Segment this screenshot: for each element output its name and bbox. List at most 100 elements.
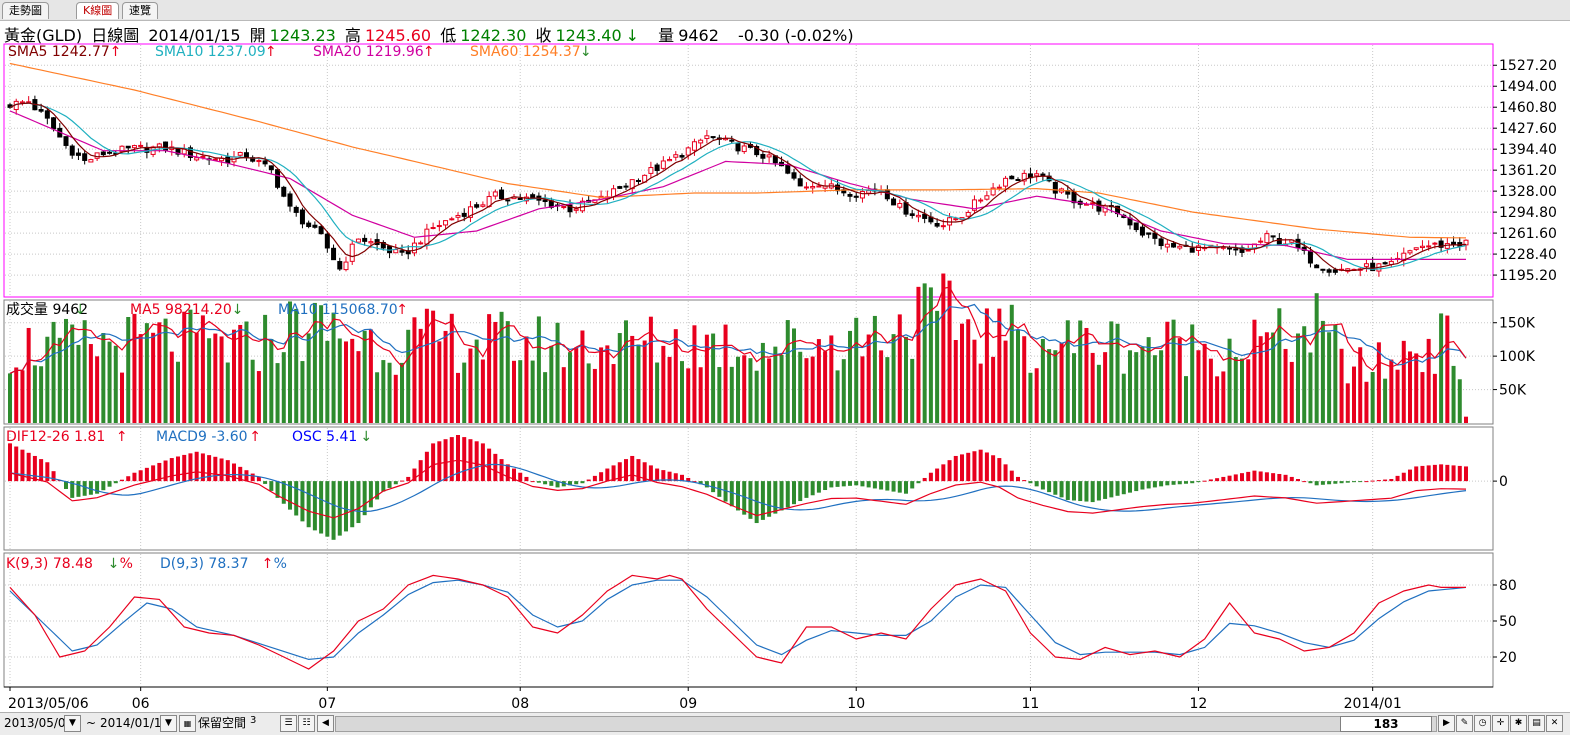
volume-bar (200, 315, 205, 423)
volume-bar (176, 361, 180, 423)
legend-label: DIF12-26 1.81 (6, 429, 105, 445)
end-date[interactable]: 2014/01/15 (100, 715, 169, 731)
close-icon[interactable]: ✕ (1546, 715, 1563, 732)
volume-bar (543, 372, 548, 423)
volume-bar (1084, 327, 1089, 423)
candle-body (1264, 233, 1270, 244)
volume-bar (107, 341, 112, 423)
candle-body (256, 160, 262, 163)
volume-bar (1432, 373, 1437, 423)
legend-arrow-icon: ↑ (423, 44, 435, 60)
candle-body (791, 172, 797, 179)
candle-body (355, 238, 361, 243)
volume-bar (1445, 315, 1450, 423)
volume-bar (1184, 376, 1188, 423)
osc-bar (872, 481, 877, 489)
candle-body (741, 145, 747, 153)
osc-bar (704, 481, 709, 488)
legend-label: MA5 98214.20 (130, 302, 232, 318)
chart-area[interactable]: 1527.20 1494.00 1460.80 1427.60 1394.40 1361.… (0, 0, 1570, 712)
volume-bar (624, 320, 628, 423)
legend-arrow-icon: ↓ (108, 556, 120, 572)
volume-bar (599, 347, 604, 423)
candle-body (1314, 264, 1320, 269)
osc-bar (356, 481, 361, 524)
candle-body (760, 153, 766, 159)
chart-scrollbar[interactable] (335, 716, 1437, 732)
scroll-right-icon[interactable]: ▶ (1438, 715, 1455, 732)
osc-bar (518, 472, 523, 482)
volume-bar (126, 316, 131, 423)
volume-bar (636, 344, 641, 423)
volume-bar (1314, 293, 1319, 423)
osc-bar (474, 441, 479, 482)
volume-bar (1308, 352, 1313, 423)
osc-bar (941, 464, 946, 482)
volume-bar (997, 308, 1002, 423)
draw-tool-icon[interactable]: ✎ (1456, 715, 1473, 732)
price-tick-label: 1527.20 (1499, 58, 1557, 74)
zoom-out-icon[interactable]: ☰ (280, 715, 297, 732)
volume-bar (561, 367, 566, 423)
start-date[interactable]: 2013/05/06 (4, 715, 73, 731)
print-icon[interactable]: ▤ (1528, 715, 1545, 732)
date-range-tilde: ~ (86, 716, 97, 730)
volume-bar (424, 308, 429, 423)
candle-body (51, 117, 57, 130)
crosshair-icon[interactable]: ✛ (1492, 715, 1509, 732)
zoom-in-icon[interactable]: ☷ (298, 715, 315, 732)
price-tick-label: 1228.40 (1499, 247, 1557, 263)
osc-bar (910, 481, 915, 489)
volume-bar (1246, 359, 1251, 423)
candle-body (679, 155, 685, 158)
volume-bar (350, 338, 355, 423)
price-tick-label: 1427.60 (1499, 121, 1557, 137)
osc-bar (350, 481, 355, 528)
end-date-dropdown-icon[interactable]: ▼ (160, 715, 177, 732)
calendar-icon[interactable]: ▦ (179, 715, 196, 732)
candle-body (660, 160, 666, 169)
osc-bar (8, 443, 12, 482)
osc-bar (1016, 476, 1020, 482)
osc-bar (1184, 481, 1188, 484)
osc-bar (1171, 481, 1176, 485)
osc-bar (1047, 481, 1052, 493)
legend-label: OSC 5.41 (292, 429, 357, 445)
osc-bar (835, 481, 840, 487)
volume-bar (1146, 337, 1151, 423)
settings-icon[interactable]: ✱ (1510, 715, 1527, 732)
volume-bar (20, 370, 25, 423)
osc-bar (1103, 481, 1108, 499)
candle-body (1133, 222, 1139, 231)
scroll-left-icon[interactable]: ◀ (317, 715, 334, 732)
candle-body (418, 242, 424, 245)
volume-bar (132, 313, 137, 423)
volume-bar (1258, 336, 1263, 423)
osc-bar (1040, 481, 1045, 490)
x-tick-label: 11 (1022, 696, 1040, 712)
volume-bar (592, 368, 597, 423)
candle-body (1195, 245, 1201, 251)
volume-bar (1140, 346, 1145, 423)
osc-bar (232, 463, 236, 482)
osc-bar (1084, 481, 1089, 502)
clock-icon[interactable]: ◷ (1474, 715, 1491, 732)
volume-bar (823, 351, 828, 423)
volume-bar (897, 314, 902, 423)
candle-body (331, 247, 337, 261)
legend-arrow-icon: ↑ (249, 429, 261, 445)
price-tick-label: 1460.80 (1499, 100, 1557, 116)
volume-bar (225, 362, 230, 423)
volume-bar (742, 355, 747, 423)
candle-body (623, 185, 629, 188)
osc-bar (1314, 481, 1319, 486)
osc-bar (462, 437, 467, 482)
volume-bar (536, 316, 541, 423)
osc-bar (879, 481, 884, 490)
volume-bar (904, 336, 908, 423)
start-date-dropdown-icon[interactable]: ▼ (64, 715, 81, 732)
volume-bar (1134, 352, 1139, 423)
scroll-thumb[interactable]: 183 (1340, 716, 1432, 732)
volume-bar (922, 283, 927, 423)
osc-bar (1221, 476, 1226, 482)
